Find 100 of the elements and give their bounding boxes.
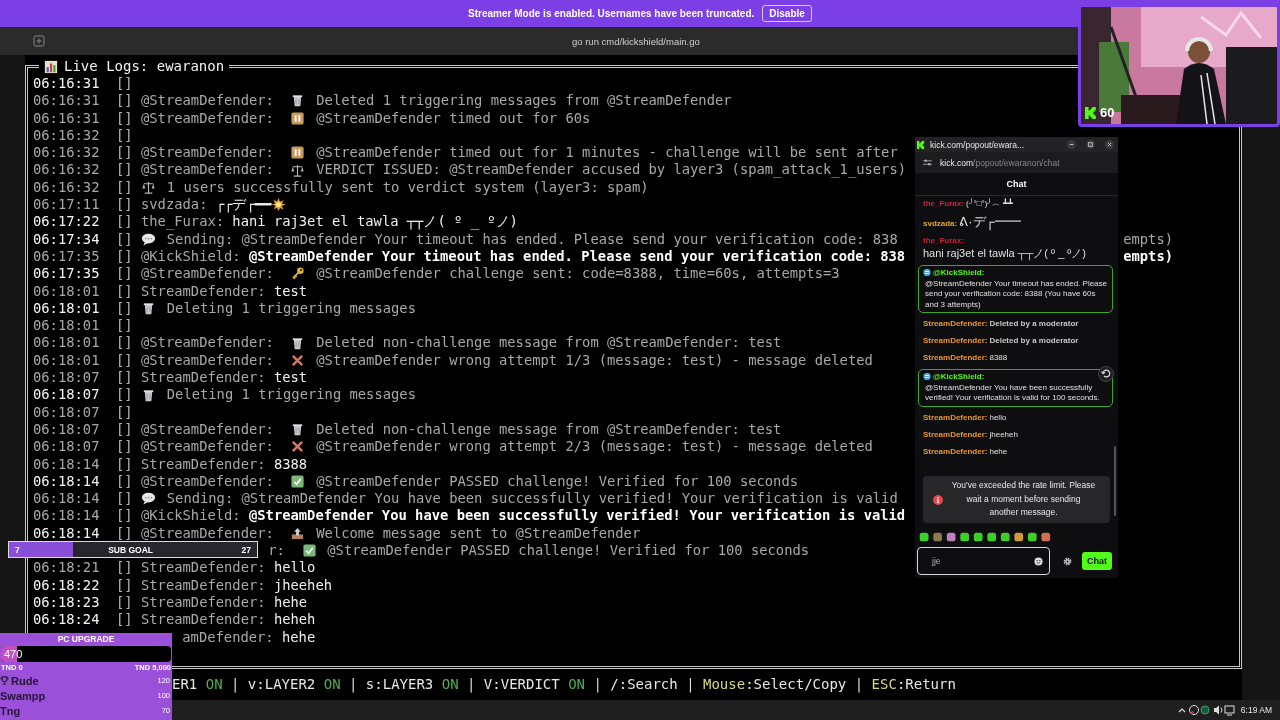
emoji-icon[interactable] — [1034, 556, 1043, 566]
log-message: ┌┌デ┌━━ — [215, 196, 272, 214]
site-settings-icon[interactable] — [923, 159, 932, 166]
log-tag: [] — [116, 230, 133, 248]
chat-text: @StreamDefender You have been successfully verified! Your verification is valid for 100 seconds. — [925, 382, 1101, 404]
log-tag: [] — [116, 144, 133, 162]
log-tag: [] — [116, 403, 133, 421]
log-author: amDefender: — [182, 628, 274, 646]
log-tag: [] — [116, 265, 133, 283]
settings-icon[interactable] — [1063, 556, 1072, 566]
log-timestamp: 06:18:07 — [33, 403, 100, 421]
log-author: StreamDefender: — [141, 369, 266, 387]
log-author: @StreamDefender: — [141, 524, 274, 543]
log-timestamp: 06:18:23 — [33, 593, 100, 612]
window-title: go run cmd/kickshield/main.go — [572, 35, 700, 47]
log-tag: [] — [116, 420, 133, 439]
log-tag: [] — [116, 196, 133, 214]
chat-username: StreamDefender: — [923, 319, 988, 328]
chat-send-button[interactable]: Chat — [1082, 552, 1112, 570]
separator: | — [854, 676, 864, 693]
log-tag: [] — [116, 75, 133, 93]
log-message: Sending: @StreamDefender Your timeout has ended. Please send your verification code: 838 — [166, 230, 898, 248]
shortcut-key: Mouse — [703, 676, 746, 693]
log-tag: [] — [116, 524, 133, 543]
panel-title: Live Logs: ewaranon — [64, 58, 225, 75]
log-timestamp: 06:18:07 — [33, 386, 100, 404]
chat-text: @StreamDefender Your timeout has ended. Please send your verification code: 8388 (You have 60s and 3 attempts) — [925, 278, 1108, 310]
log-tag: [] — [116, 161, 133, 179]
info-icon — [933, 494, 943, 505]
log-message: @StreamDefender timed out for 1 minutes - challenge will be sent after — [316, 144, 898, 162]
log-author: StreamDefender: — [141, 576, 266, 594]
log-message: @StreamDefender challenge sent: code=8388, time=60s, attempts=3 — [316, 265, 840, 283]
toggle-state: ON — [205, 676, 223, 693]
log-timestamp: 06:18:07 — [33, 438, 100, 456]
chat-header: Chat — [915, 173, 1118, 196]
log-timestamp: 06:18:01 — [33, 317, 100, 335]
key-icon — [290, 266, 306, 282]
log-timestamp: 06:18:07 — [33, 369, 100, 387]
log-author: @StreamDefender: — [141, 351, 274, 370]
log-timestamp: 06:17:35 — [33, 247, 100, 266]
chat-username: StreamDefender: — [923, 429, 988, 439]
separator: | — [349, 676, 358, 693]
log-tag: [] — [116, 472, 133, 491]
chat-username: @KickShield: — [933, 372, 985, 381]
chat-text: (╯°□°)╯︵ ┻┻ — [965, 199, 1013, 208]
log-message: hello — [273, 559, 316, 577]
chat-text: 8388 — [989, 353, 1008, 362]
log-message: 8388 — [273, 455, 308, 473]
log-author: StreamDefender: — [141, 282, 266, 300]
toggle-state: ON — [568, 676, 585, 693]
goal-title: PC UPGRADE — [56, 633, 116, 646]
tray-icons-drawing[interactable] — [1176, 704, 1235, 716]
log-message: Deleting 1 triggering messages — [166, 299, 416, 318]
toast-message: You've exceeded the rate limit. Please wait a moment before sending another message. — [951, 479, 1096, 520]
checkmark-icon — [290, 474, 306, 489]
chat-text: hello — [989, 412, 1007, 422]
disable-button[interactable]: Disable — [762, 5, 812, 22]
log-timestamp: 06:17:11 — [33, 196, 100, 214]
message-input[interactable]: jje — [917, 547, 1050, 575]
close-icon[interactable] — [1105, 140, 1114, 149]
log-message: Welcome message sent to @StreamDefender — [316, 524, 641, 543]
viewer-count: 60 — [1100, 105, 1115, 120]
log-tag: [] — [116, 126, 133, 145]
minimize-icon[interactable] — [1067, 140, 1076, 149]
kick-logo-icon — [917, 140, 925, 149]
log-author: StreamDefender: — [141, 559, 266, 577]
new-tab-icon[interactable] — [33, 35, 45, 47]
log-timestamp: 06:16:31 — [33, 92, 100, 110]
log-tag: [] — [116, 92, 133, 110]
log-message: empts) — [1123, 247, 1173, 266]
log-author: @StreamDefender: — [141, 438, 274, 456]
shortcut-label: v:LAYER2 — [247, 676, 316, 693]
leader-name: Tng — [0, 704, 22, 717]
log-message: Deleted non-challenge message from @StreamDefender: test — [316, 334, 782, 352]
log-timestamp: 06:16:31 — [33, 109, 100, 127]
cross-icon — [290, 439, 306, 455]
scrollbar — [1114, 446, 1116, 516]
log-author: @StreamDefender: — [141, 420, 274, 439]
log-tag: [] — [116, 178, 133, 197]
chat-text: jheeheh — [989, 429, 1018, 439]
log-timestamp: 06:18:14 — [33, 455, 100, 473]
log-message: hehe — [281, 628, 316, 646]
log-message: jheeheh — [273, 576, 333, 594]
log-author: svdzada: — [141, 196, 208, 214]
log-author: @StreamDefender: — [141, 265, 274, 283]
log-tag: [] — [116, 559, 133, 577]
log-tag: [] — [116, 299, 133, 318]
maximize-icon[interactable] — [1086, 140, 1095, 149]
goal-current: 7 — [15, 544, 20, 555]
log-message: @StreamDefender PASSED challenge! Verified for 100 seconds — [316, 472, 799, 491]
log-timestamp: 06:16:32 — [33, 144, 100, 162]
log-author: @StreamDefender: — [141, 472, 274, 491]
log-message: VERDICT ISSUED: @StreamDefender accused by layer3 (spam_attack_1_users) — [316, 161, 907, 179]
log-tag: [] — [116, 490, 133, 508]
log-tag: [] — [116, 593, 133, 612]
separator: | — [467, 676, 476, 693]
log-message: heheh — [273, 611, 316, 629]
clock-time[interactable]: 6:19 AM — [1240, 705, 1272, 715]
log-author: @StreamDefender: — [141, 334, 274, 352]
log-author: StreamDefender: — [141, 611, 266, 629]
